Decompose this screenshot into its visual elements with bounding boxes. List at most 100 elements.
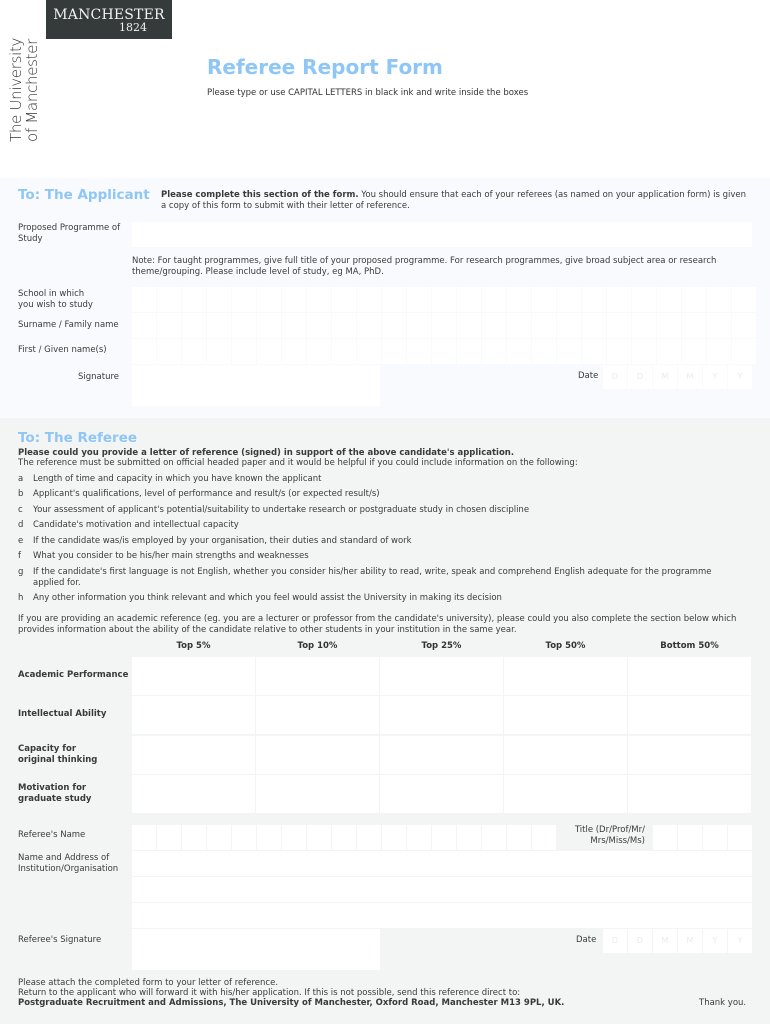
rank-checkbox-cell[interactable] <box>256 657 379 695</box>
char-cell[interactable] <box>732 313 756 338</box>
char-cell[interactable] <box>357 339 381 364</box>
char-cell[interactable] <box>728 825 752 850</box>
char-cell[interactable] <box>657 287 681 312</box>
char-cell[interactable] <box>132 287 156 312</box>
school-input-grid[interactable] <box>132 287 756 312</box>
char-cell[interactable] <box>207 313 231 338</box>
char-cell[interactable] <box>132 313 156 338</box>
institution-address-line-3[interactable] <box>132 903 752 928</box>
rank-checkbox-cell[interactable] <box>504 736 627 774</box>
char-cell[interactable] <box>382 825 406 850</box>
char-cell[interactable] <box>582 339 606 364</box>
rank-checkbox-cell[interactable] <box>132 696 255 734</box>
char-cell[interactable] <box>507 287 531 312</box>
char-cell[interactable] <box>432 313 456 338</box>
char-cell[interactable] <box>582 287 606 312</box>
char-cell[interactable] <box>607 313 631 338</box>
applicant-signature-box[interactable] <box>132 365 380 406</box>
char-cell[interactable] <box>532 313 556 338</box>
char-cell[interactable] <box>307 287 331 312</box>
char-cell[interactable] <box>682 313 706 338</box>
char-cell[interactable] <box>657 313 681 338</box>
char-cell[interactable] <box>532 825 556 850</box>
date-cell[interactable]: D <box>603 365 627 389</box>
rank-checkbox-cell[interactable] <box>628 775 751 813</box>
rank-checkbox-cell[interactable] <box>380 657 503 695</box>
char-cell[interactable] <box>132 825 156 850</box>
char-cell[interactable] <box>157 313 181 338</box>
char-cell[interactable] <box>532 287 556 312</box>
referee-name-input-grid[interactable] <box>132 825 556 850</box>
referee-signature-box[interactable] <box>132 929 380 970</box>
institution-address-line-1[interactable] <box>132 851 752 876</box>
char-cell[interactable] <box>632 339 656 364</box>
referee-date-input[interactable]: DDMMYY <box>603 929 752 953</box>
char-cell[interactable] <box>382 313 406 338</box>
date-cell[interactable]: M <box>653 365 677 389</box>
char-cell[interactable] <box>607 339 631 364</box>
char-cell[interactable] <box>657 339 681 364</box>
char-cell[interactable] <box>407 287 431 312</box>
programme-input[interactable] <box>132 222 752 247</box>
char-cell[interactable] <box>232 287 256 312</box>
char-cell[interactable] <box>682 287 706 312</box>
date-cell[interactable]: Y <box>703 929 727 953</box>
char-cell[interactable] <box>182 287 206 312</box>
date-cell[interactable]: M <box>678 365 702 389</box>
rank-checkbox-cell[interactable] <box>504 696 627 734</box>
rank-checkbox-cell[interactable] <box>380 696 503 734</box>
char-cell[interactable] <box>557 287 581 312</box>
firstname-input-grid[interactable] <box>132 339 756 364</box>
char-cell[interactable] <box>703 825 727 850</box>
title-input-grid[interactable] <box>653 825 752 850</box>
char-cell[interactable] <box>207 339 231 364</box>
char-cell[interactable] <box>332 287 356 312</box>
char-cell[interactable] <box>332 339 356 364</box>
rank-checkbox-cell[interactable] <box>628 696 751 734</box>
rank-checkbox-cell[interactable] <box>504 775 627 813</box>
char-cell[interactable] <box>653 825 677 850</box>
rank-checkbox-cell[interactable] <box>628 736 751 774</box>
char-cell[interactable] <box>332 313 356 338</box>
char-cell[interactable] <box>407 825 431 850</box>
char-cell[interactable] <box>632 313 656 338</box>
rank-checkbox-cell[interactable] <box>256 696 379 734</box>
char-cell[interactable] <box>457 313 481 338</box>
char-cell[interactable] <box>432 825 456 850</box>
char-cell[interactable] <box>182 339 206 364</box>
char-cell[interactable] <box>532 339 556 364</box>
date-cell[interactable]: D <box>603 929 627 953</box>
char-cell[interactable] <box>232 339 256 364</box>
char-cell[interactable] <box>282 339 306 364</box>
char-cell[interactable] <box>432 287 456 312</box>
rank-checkbox-cell[interactable] <box>132 775 255 813</box>
institution-address-line-2[interactable] <box>132 877 752 902</box>
char-cell[interactable] <box>732 339 756 364</box>
date-cell[interactable]: D <box>628 929 652 953</box>
date-cell[interactable]: Y <box>703 365 727 389</box>
char-cell[interactable] <box>182 313 206 338</box>
date-cell[interactable]: Y <box>728 365 752 389</box>
surname-input-grid[interactable] <box>132 313 756 338</box>
char-cell[interactable] <box>232 825 256 850</box>
date-cell[interactable]: M <box>678 929 702 953</box>
char-cell[interactable] <box>132 339 156 364</box>
char-cell[interactable] <box>707 287 731 312</box>
char-cell[interactable] <box>207 825 231 850</box>
char-cell[interactable] <box>282 825 306 850</box>
char-cell[interactable] <box>157 339 181 364</box>
char-cell[interactable] <box>332 825 356 850</box>
char-cell[interactable] <box>407 339 431 364</box>
char-cell[interactable] <box>257 313 281 338</box>
rank-checkbox-cell[interactable] <box>256 775 379 813</box>
char-cell[interactable] <box>232 313 256 338</box>
char-cell[interactable] <box>207 287 231 312</box>
char-cell[interactable] <box>557 339 581 364</box>
char-cell[interactable] <box>678 825 702 850</box>
applicant-date-input[interactable]: DDMMYY <box>603 365 752 389</box>
char-cell[interactable] <box>407 313 431 338</box>
date-cell[interactable]: D <box>628 365 652 389</box>
rank-checkbox-cell[interactable] <box>628 657 751 695</box>
char-cell[interactable] <box>457 287 481 312</box>
char-cell[interactable] <box>357 313 381 338</box>
